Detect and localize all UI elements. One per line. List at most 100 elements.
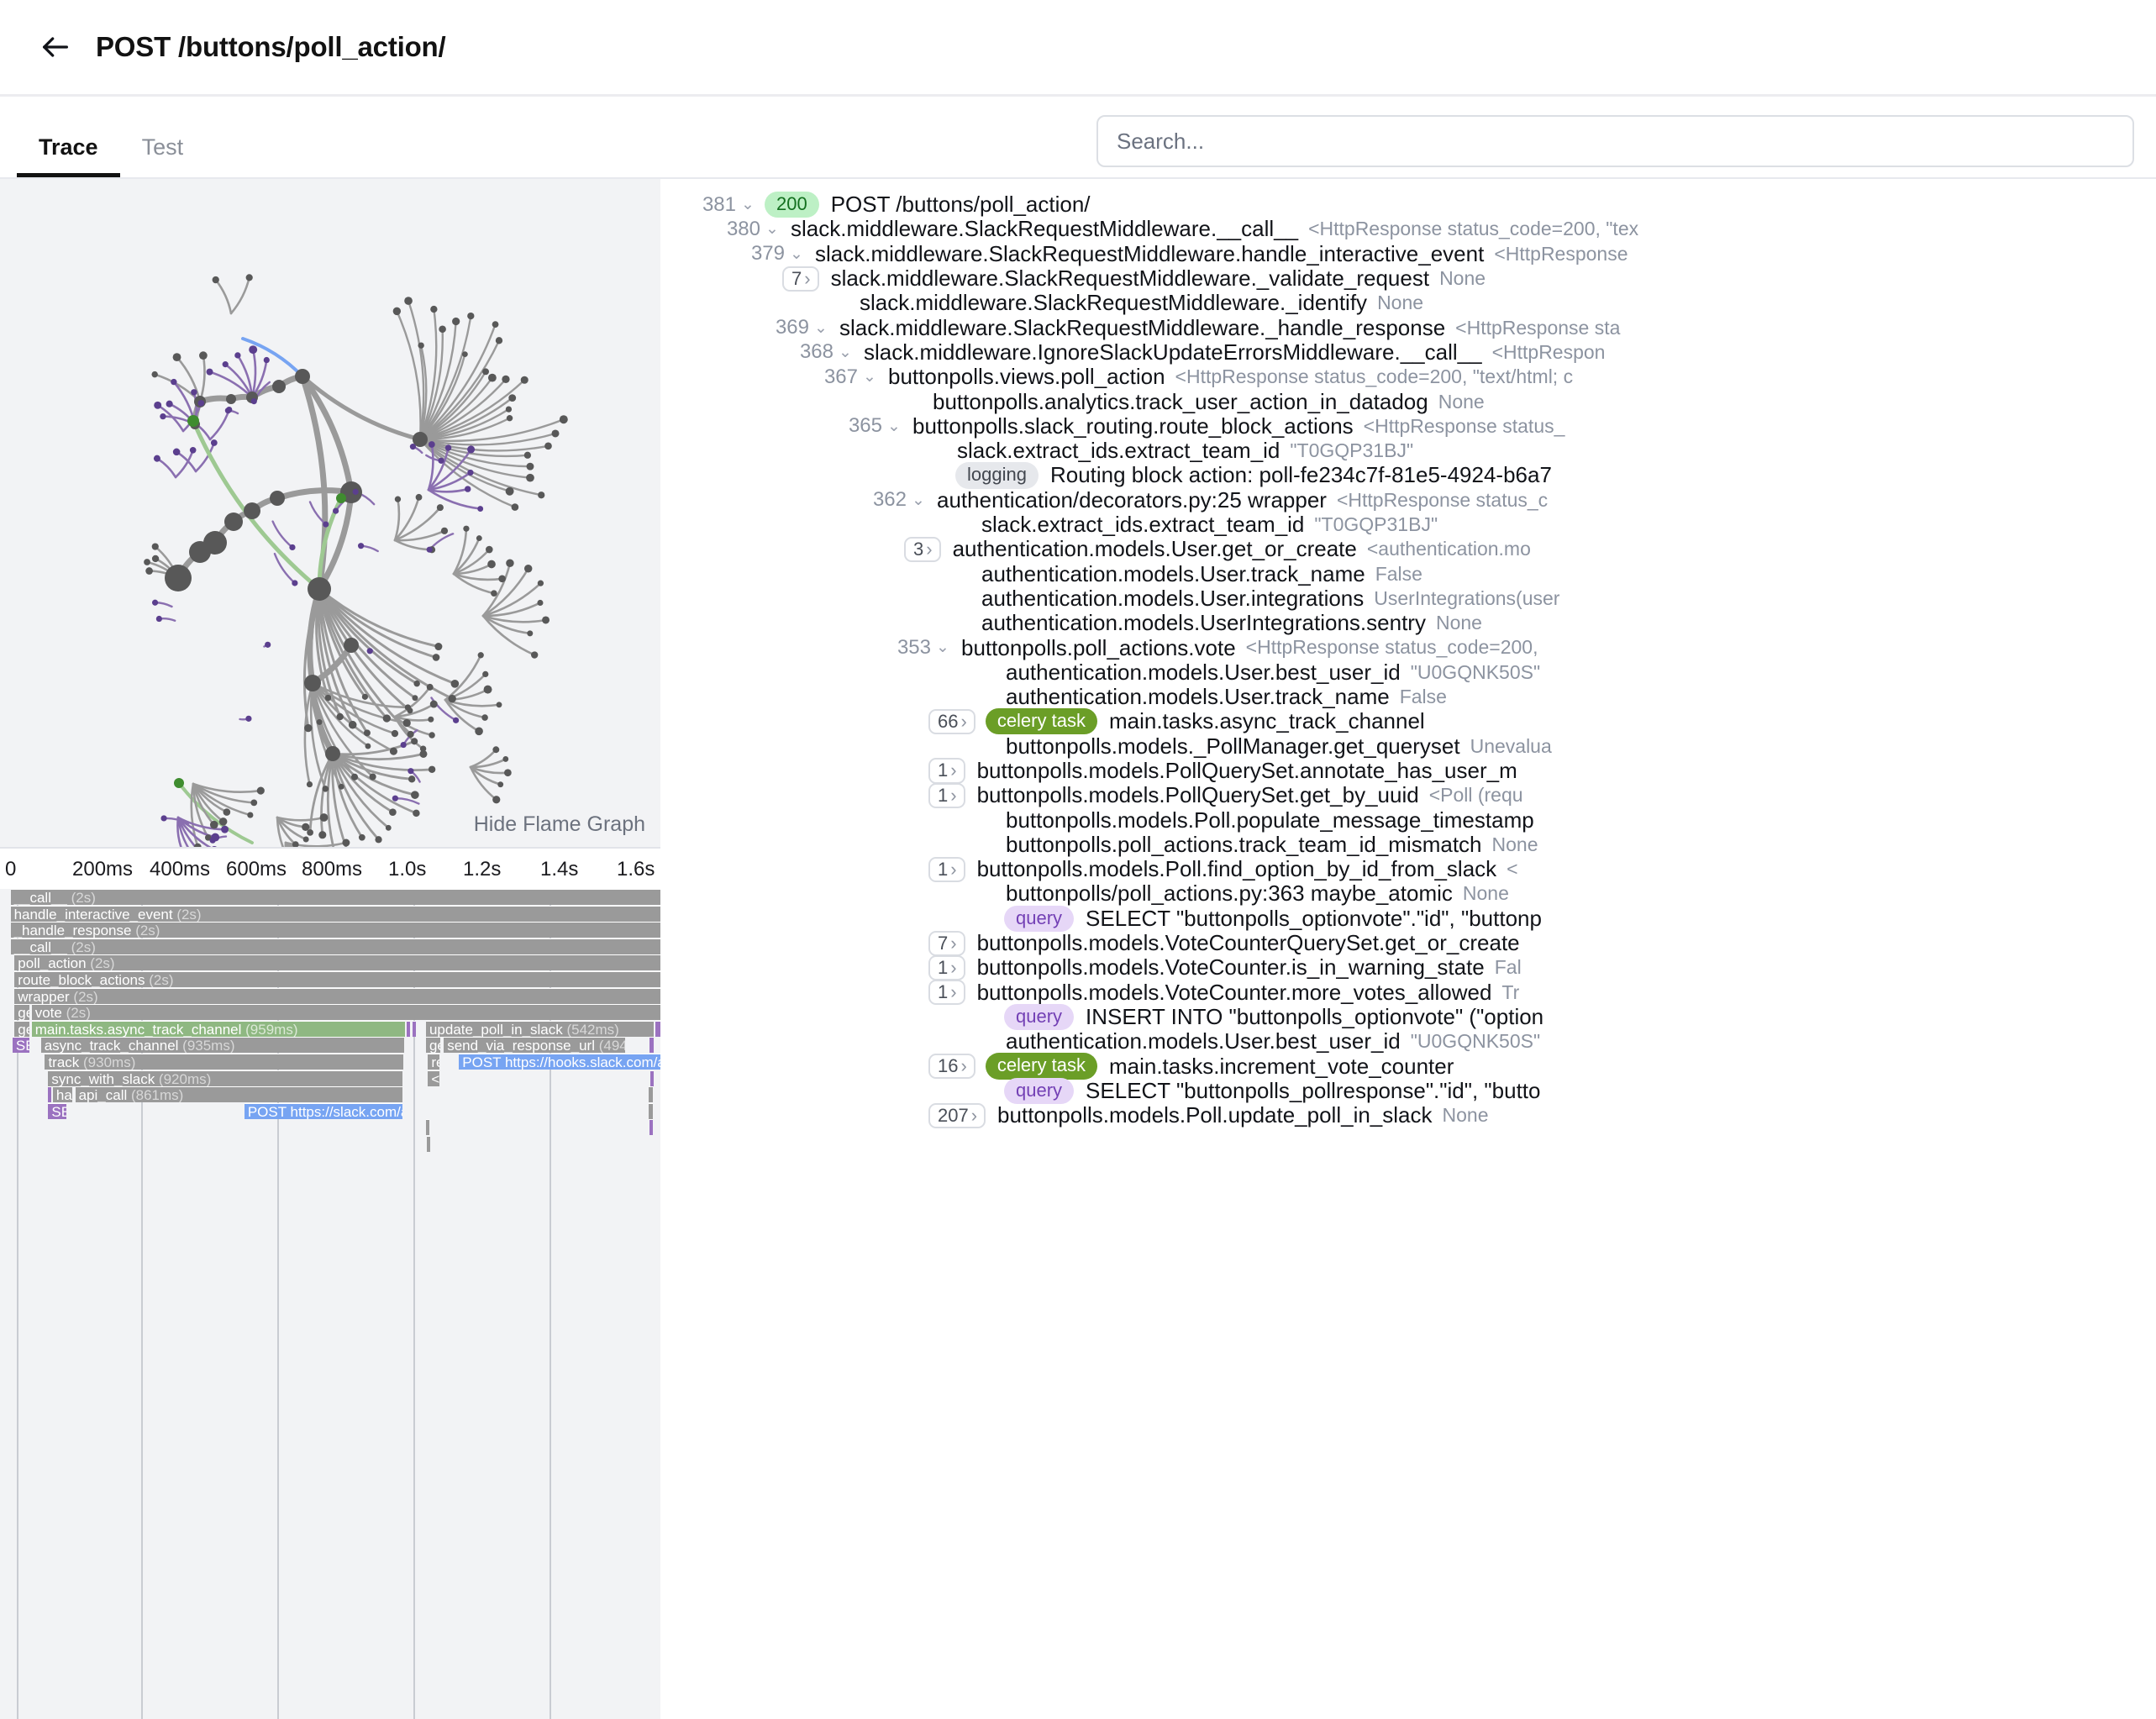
flame-bar[interactable]: route_block_actions (2s) (14, 971, 660, 987)
trace-row[interactable]: buttonpolls.models.Poll.populate_message… (660, 807, 2156, 832)
call-graph-node[interactable] (165, 565, 192, 591)
call-graph-node[interactable] (506, 560, 513, 567)
chevron-down-icon[interactable]: ⌄ (741, 195, 755, 214)
call-graph-node[interactable] (151, 371, 157, 377)
tab-test[interactable]: Test (120, 136, 206, 177)
flame-bar[interactable] (650, 1070, 654, 1086)
flame-bar[interactable]: ge (14, 1004, 29, 1020)
call-graph-node[interactable] (487, 560, 496, 569)
expand-count-pill[interactable]: 7› (782, 266, 819, 292)
call-graph-node[interactable] (496, 337, 502, 344)
trace-row[interactable]: 3›authentication.models.User.get_or_crea… (660, 537, 2156, 561)
call-graph-node[interactable] (427, 684, 434, 691)
call-graph-node[interactable] (408, 775, 415, 782)
call-graph-node[interactable] (412, 695, 418, 701)
call-graph-node[interactable] (234, 352, 240, 358)
trace-row[interactable]: 1›buttonpolls.models.Poll.find_option_by… (660, 857, 2156, 881)
back-button[interactable] (34, 25, 77, 69)
expand-count-pill[interactable]: 1› (928, 955, 965, 980)
call-graph-node[interactable] (245, 716, 251, 722)
trace-row[interactable]: 369⌄slack.middleware.SlackRequestMiddlew… (660, 315, 2156, 339)
flame-bar[interactable]: re (428, 1054, 439, 1070)
call-graph-node[interactable] (289, 544, 295, 550)
call-graph-node[interactable] (210, 821, 218, 829)
chevron-down-icon[interactable]: ⌄ (863, 367, 876, 386)
flame-bar[interactable]: send_via_response_url (494ms) (444, 1037, 625, 1053)
call-graph-node[interactable] (160, 815, 166, 821)
trace-row[interactable]: 380⌄slack.middleware.SlackRequestMiddlew… (660, 217, 2156, 241)
trace-row[interactable]: buttonpolls.analytics.track_user_action_… (660, 389, 2156, 413)
trace-row[interactable]: 362⌄authentication/decorators.py:25 wrap… (660, 488, 2156, 513)
chevron-down-icon[interactable]: ⌄ (765, 219, 779, 239)
call-graph-node[interactable] (226, 394, 236, 404)
call-graph-node[interactable] (403, 719, 411, 727)
call-graph-node[interactable] (428, 717, 434, 723)
call-graph-node[interactable] (560, 415, 568, 423)
flame-bar[interactable] (426, 1119, 429, 1135)
trace-row[interactable]: 353⌄buttonpolls.poll_actions.vote<HttpRe… (660, 635, 2156, 660)
trace-row[interactable]: authentication.models.User.integrationsU… (660, 586, 2156, 611)
call-graph-node[interactable] (407, 707, 413, 713)
call-graph-node[interactable] (527, 630, 533, 636)
trace-row[interactable]: buttonpolls.models._PollManager.get_quer… (660, 734, 2156, 759)
call-graph-node[interactable] (152, 555, 159, 562)
call-graph-node[interactable] (365, 744, 371, 749)
flame-bar[interactable]: api_call (861ms) (76, 1086, 403, 1102)
flame-bar[interactable]: async_track_channel (935ms) (41, 1037, 404, 1053)
call-graph-node[interactable] (144, 559, 150, 565)
call-graph-node[interactable] (166, 401, 173, 407)
call-graph-node[interactable] (531, 651, 538, 658)
expand-count-pill[interactable]: 1› (928, 980, 965, 1005)
call-graph-node[interactable] (318, 831, 326, 838)
call-graph-node[interactable] (404, 297, 413, 305)
call-graph-node[interactable] (451, 680, 460, 688)
call-graph-node[interactable] (484, 686, 492, 694)
trace-row[interactable]: 381⌄200POST /buttons/poll_action/ (660, 192, 2156, 217)
call-graph-node[interactable] (386, 825, 392, 831)
flame-bar[interactable]: has (53, 1086, 73, 1102)
flame-bar[interactable] (427, 1136, 430, 1152)
call-graph-node[interactable] (152, 600, 158, 606)
flame-graph[interactable]: __call__ (2s)handle_interactive_event (2… (0, 889, 660, 1719)
call-graph-node[interactable] (325, 695, 332, 702)
trace-row[interactable]: 66›celery taskmain.tasks.async_track_cha… (660, 709, 2156, 733)
call-graph-node[interactable] (481, 714, 488, 721)
trace-row[interactable]: 207›buttonpolls.models.Poll.update_poll_… (660, 1103, 2156, 1128)
call-graph-node[interactable] (538, 492, 544, 498)
call-graph-node[interactable] (264, 357, 270, 363)
call-graph-node[interactable] (502, 376, 509, 383)
call-graph-node[interactable] (441, 528, 448, 534)
chevron-down-icon[interactable]: ⌄ (912, 491, 925, 510)
call-graph-node[interactable] (492, 796, 500, 803)
call-graph-node[interactable] (160, 413, 166, 419)
expand-count-pill[interactable]: 7› (928, 931, 965, 956)
call-graph-node[interactable] (225, 407, 231, 413)
trace-row[interactable]: authentication.models.User.best_user_id"… (660, 1029, 2156, 1054)
trace-row[interactable]: authentication.models.User.track_nameFal… (660, 685, 2156, 709)
call-graph-node[interactable] (358, 543, 364, 549)
call-graph-node[interactable] (257, 786, 265, 794)
expand-count-pill[interactable]: 1› (928, 857, 965, 882)
chevron-down-icon[interactable]: ⌄ (839, 343, 852, 362)
call-graph-node[interactable] (207, 369, 213, 376)
chevron-down-icon[interactable]: ⌄ (814, 318, 828, 338)
call-graph-node[interactable] (370, 773, 376, 780)
call-graph-node[interactable] (211, 439, 218, 446)
call-graph-node[interactable] (498, 575, 506, 582)
call-graph-node[interactable] (362, 694, 368, 700)
call-graph-node[interactable] (152, 543, 159, 549)
call-graph-node[interactable] (508, 394, 516, 402)
trace-row[interactable]: 7›slack.middleware.SlackRequestMiddlewar… (660, 266, 2156, 291)
call-graph-node[interactable] (244, 502, 260, 519)
call-graph-node[interactable] (445, 444, 451, 450)
call-graph-node[interactable] (465, 486, 471, 492)
call-graph-node[interactable] (434, 643, 442, 650)
trace-tree-pane[interactable]: 381⌄200POST /buttons/poll_action/380⌄sla… (660, 179, 2156, 1719)
call-graph-node[interactable] (544, 442, 552, 449)
trace-row[interactable]: slack.extract_ids.extract_team_id"T0GQP3… (660, 513, 2156, 537)
trace-row[interactable]: authentication.models.User.best_user_id"… (660, 660, 2156, 685)
trace-row[interactable]: 368⌄slack.middleware.IgnoreSlackUpdateEr… (660, 340, 2156, 365)
call-graph-node[interactable] (173, 449, 181, 456)
call-graph-node[interactable] (351, 774, 358, 781)
call-graph-node[interactable] (199, 351, 208, 360)
